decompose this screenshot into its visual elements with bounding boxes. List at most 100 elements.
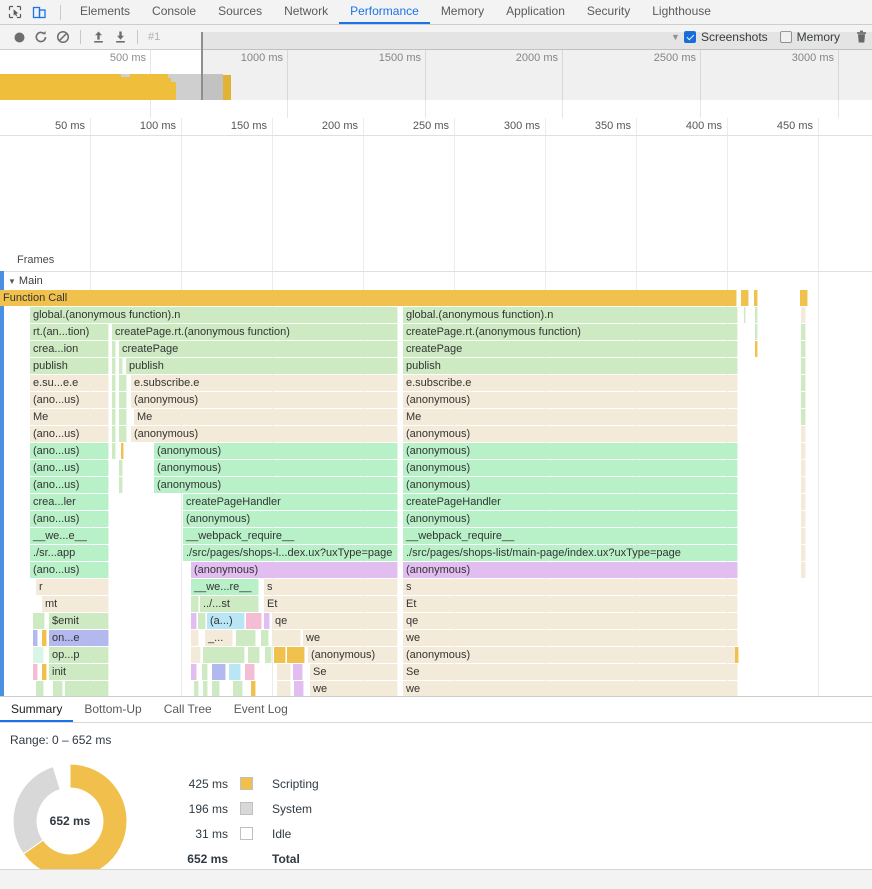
tab-sources[interactable]: Sources xyxy=(207,0,273,24)
save-profile-download-icon[interactable] xyxy=(109,26,131,48)
flame-bar-unlabeled[interactable] xyxy=(119,477,123,493)
flame-bar[interactable]: crea...ion xyxy=(30,341,109,357)
flame-bar-unlabeled[interactable] xyxy=(33,664,38,680)
flame-bar[interactable]: (anonymous) xyxy=(403,443,738,459)
flame-bar-unlabeled[interactable] xyxy=(800,290,808,306)
flame-bar-unlabeled[interactable] xyxy=(801,460,806,476)
flame-bar[interactable]: __we...re__ xyxy=(191,579,259,595)
flame-bar[interactable]: (anonymous) xyxy=(403,477,738,493)
flame-bar[interactable]: createPage xyxy=(119,341,398,357)
tab-elements[interactable]: Elements xyxy=(69,0,141,24)
flame-bar-unlabeled[interactable] xyxy=(36,681,44,696)
flame-bar-unlabeled[interactable] xyxy=(251,681,256,696)
flame-bar-unlabeled[interactable] xyxy=(112,375,116,391)
flame-bar-unlabeled[interactable] xyxy=(121,443,124,459)
flame-bar-unlabeled[interactable] xyxy=(112,426,116,442)
legend-row[interactable]: 31 ms Idle xyxy=(178,821,319,846)
flame-bar-unlabeled[interactable] xyxy=(245,664,255,680)
clear-no-entry-icon[interactable] xyxy=(52,26,74,48)
flame-bar-unlabeled[interactable] xyxy=(801,341,806,357)
flame-bar[interactable]: on...e xyxy=(49,630,109,646)
overview-window-right-handle[interactable] xyxy=(201,32,203,100)
flame-bar-unlabeled[interactable] xyxy=(801,477,806,493)
flame-bar-unlabeled[interactable] xyxy=(112,443,116,459)
flame-bar[interactable]: createPage.rt.(anonymous function) xyxy=(112,324,398,340)
flame-bar-unlabeled[interactable] xyxy=(191,596,199,612)
flame-bar[interactable]: createPageHandler xyxy=(403,494,738,510)
tab-summary[interactable]: Summary xyxy=(0,697,74,722)
flame-bar[interactable]: _... xyxy=(205,630,233,646)
flame-bar[interactable]: (anonymous) xyxy=(131,426,398,442)
flame-bar-unlabeled[interactable] xyxy=(755,341,758,357)
flame-bar[interactable]: r xyxy=(36,579,109,595)
tab-application[interactable]: Application xyxy=(495,0,576,24)
flame-bar[interactable]: (ano...us) xyxy=(30,511,109,527)
flame-bar[interactable]: e.su...e.e xyxy=(30,375,109,391)
tab-bottom-up[interactable]: Bottom-Up xyxy=(73,697,152,722)
flame-bar[interactable]: publish xyxy=(126,358,398,374)
flame-bar-unlabeled[interactable] xyxy=(801,545,806,561)
reload-record-icon[interactable] xyxy=(30,26,52,48)
flame-bar[interactable]: (anonymous) xyxy=(191,562,398,578)
flame-bar[interactable]: Se xyxy=(403,664,738,680)
flame-bar[interactable]: (anonymous) xyxy=(403,511,738,527)
flame-bar-unlabeled[interactable] xyxy=(294,681,304,696)
flame-bar[interactable]: (ano...us) xyxy=(30,443,109,459)
flame-bar[interactable]: Et xyxy=(403,596,738,612)
flame-bar[interactable]: we xyxy=(310,681,398,696)
flame-bar-unlabeled[interactable] xyxy=(236,630,256,646)
flame-bar-unlabeled[interactable] xyxy=(112,358,116,374)
flame-bar-unlabeled[interactable] xyxy=(755,324,758,340)
flame-chart-bars[interactable]: Function Call global.(anonymous function)… xyxy=(0,290,872,696)
flame-bar[interactable]: (a...) xyxy=(207,613,245,629)
flame-bar-unlabeled[interactable] xyxy=(203,681,208,696)
tab-console[interactable]: Console xyxy=(141,0,207,24)
flame-bar[interactable]: s xyxy=(403,579,738,595)
flame-bar-unlabeled[interactable] xyxy=(261,630,269,646)
tab-call-tree[interactable]: Call Tree xyxy=(153,697,223,722)
tab-memory[interactable]: Memory xyxy=(430,0,495,24)
flame-bar[interactable]: (anonymous) xyxy=(403,426,738,442)
flame-bar[interactable]: (anonymous) xyxy=(403,392,738,408)
flame-bar-unlabeled[interactable] xyxy=(265,647,272,663)
flame-bar-unlabeled[interactable] xyxy=(191,647,201,663)
flame-bar-unlabeled[interactable] xyxy=(112,409,116,425)
flame-bar-unlabeled[interactable] xyxy=(272,630,301,646)
flame-bar[interactable]: we xyxy=(403,630,738,646)
record-circle-icon[interactable] xyxy=(8,26,30,48)
flame-bar[interactable]: crea...ler xyxy=(30,494,109,510)
flame-bar-unlabeled[interactable] xyxy=(801,375,806,391)
flame-bar[interactable]: (ano...us) xyxy=(30,562,109,578)
flame-bar[interactable]: (ano...us) xyxy=(30,426,109,442)
flame-bar[interactable]: publish xyxy=(30,358,109,374)
flame-bar[interactable]: ./sr...app xyxy=(30,545,109,561)
flame-bar[interactable]: ./src/pages/shops-l...dex.ux?uxType=page xyxy=(183,545,398,561)
inspect-cursor-icon[interactable] xyxy=(6,4,23,21)
flame-bar[interactable]: Function Call xyxy=(0,290,737,306)
flame-bar[interactable]: rt.(an...tion) xyxy=(30,324,109,340)
flame-bar[interactable]: global.(anonymous function).n xyxy=(30,307,398,323)
flame-bar-unlabeled[interactable] xyxy=(191,630,199,646)
flame-bar-unlabeled[interactable] xyxy=(754,290,758,306)
flame-bar-unlabeled[interactable] xyxy=(801,528,806,544)
flame-bar[interactable]: (anonymous) xyxy=(403,562,738,578)
flame-bar-unlabeled[interactable] xyxy=(53,681,63,696)
flame-bar[interactable]: qe xyxy=(272,613,398,629)
flame-bar-unlabeled[interactable] xyxy=(233,681,243,696)
flame-bar[interactable]: publish xyxy=(403,358,738,374)
flame-bar-unlabeled[interactable] xyxy=(198,613,206,629)
flame-bar-unlabeled[interactable] xyxy=(119,409,127,425)
flame-bar[interactable] xyxy=(801,392,806,408)
flame-bar[interactable]: (anonymous) xyxy=(131,392,398,408)
flame-bar-unlabeled[interactable] xyxy=(264,613,270,629)
tab-lighthouse[interactable]: Lighthouse xyxy=(641,0,722,24)
flame-bar-unlabeled[interactable] xyxy=(212,664,226,680)
flame-bar-unlabeled[interactable] xyxy=(277,664,291,680)
flame-bar-unlabeled[interactable] xyxy=(755,307,758,323)
flame-bar[interactable]: ./src/pages/shops-list/main-page/index.u… xyxy=(403,545,738,561)
tab-security[interactable]: Security xyxy=(576,0,641,24)
flame-bar-unlabeled[interactable] xyxy=(801,409,806,425)
flame-bar-unlabeled[interactable] xyxy=(229,664,241,680)
flame-bar[interactable]: (anonymous) xyxy=(308,647,398,663)
flame-bar[interactable]: Me xyxy=(30,409,109,425)
